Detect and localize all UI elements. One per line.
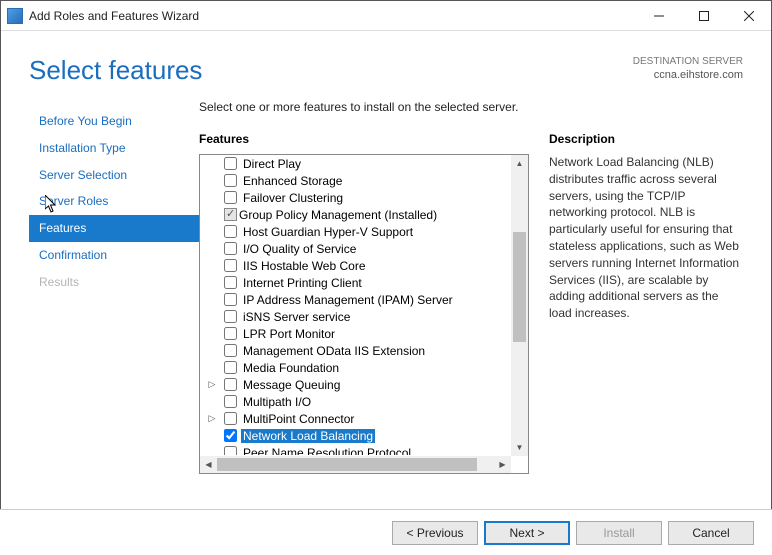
feature-checkbox[interactable] (224, 225, 237, 238)
feature-label: Media Foundation (241, 361, 341, 375)
feature-row[interactable]: Media Foundation (200, 359, 528, 376)
feature-row[interactable]: Internet Printing Client (200, 274, 528, 291)
expand-icon[interactable]: ▷ (206, 379, 218, 390)
feature-label: Management OData IIS Extension (241, 344, 427, 358)
feature-checkbox[interactable] (224, 157, 237, 170)
scroll-up-icon[interactable]: ▲ (511, 155, 528, 172)
feature-label: Failover Clustering (241, 191, 345, 205)
description-heading: Description (549, 132, 743, 146)
feature-checkbox[interactable] (224, 344, 237, 357)
feature-row[interactable]: I/O Quality of Service (200, 240, 528, 257)
feature-checkbox[interactable] (224, 378, 237, 391)
instruction-text: Select one or more features to install o… (199, 100, 743, 114)
feature-label: Multipath I/O (241, 395, 313, 409)
feature-checkbox[interactable] (224, 327, 237, 340)
feature-label: Network Load Balancing (241, 429, 375, 443)
feature-label: Enhanced Storage (241, 174, 344, 188)
feature-checkbox[interactable] (224, 429, 237, 442)
feature-label: Message Queuing (241, 378, 342, 392)
feature-row[interactable]: Direct Play (200, 155, 528, 172)
destination-server: DESTINATION SERVER ccna.eihstore.com (633, 55, 743, 82)
page-title: Select features (29, 55, 633, 86)
feature-row[interactable]: iSNS Server service (200, 308, 528, 325)
previous-button[interactable]: < Previous (392, 521, 478, 545)
feature-checkbox[interactable] (224, 174, 237, 187)
feature-label: iSNS Server service (241, 310, 352, 324)
feature-checkbox[interactable] (224, 310, 237, 323)
feature-row[interactable]: Management OData IIS Extension (200, 342, 528, 359)
feature-checkbox[interactable] (224, 293, 237, 306)
feature-row[interactable]: IIS Hostable Web Core (200, 257, 528, 274)
feature-row[interactable]: Failover Clustering (200, 189, 528, 206)
feature-label: IIS Hostable Web Core (241, 259, 368, 273)
maximize-button[interactable] (681, 1, 726, 30)
scroll-right-icon[interactable]: ▶ (494, 456, 511, 473)
feature-row[interactable]: Enhanced Storage (200, 172, 528, 189)
feature-checkbox[interactable] (224, 446, 237, 455)
feature-label: LPR Port Monitor (241, 327, 337, 341)
feature-checkbox[interactable] (224, 361, 237, 374)
feature-row[interactable]: ▷ Message Queuing (200, 376, 528, 393)
feature-checkbox[interactable] (224, 395, 237, 408)
feature-label: I/O Quality of Service (241, 242, 358, 256)
minimize-button[interactable] (636, 1, 681, 30)
destination-label: DESTINATION SERVER (633, 55, 743, 68)
titlebar: Add Roles and Features Wizard (1, 1, 771, 31)
close-button[interactable] (726, 1, 771, 30)
scroll-thumb-h[interactable] (217, 458, 477, 471)
vertical-scrollbar[interactable]: ▲ ▼ (511, 155, 528, 456)
wizard-step-server-selection[interactable]: Server Selection (29, 162, 199, 189)
feature-checkbox[interactable] (224, 242, 237, 255)
feature-checkbox[interactable] (224, 412, 237, 425)
feature-label: Host Guardian Hyper-V Support (241, 225, 415, 239)
feature-row[interactable]: Group Policy Management (Installed) (200, 206, 528, 223)
feature-row[interactable]: LPR Port Monitor (200, 325, 528, 342)
feature-label: Internet Printing Client (241, 276, 364, 290)
feature-row[interactable]: Host Guardian Hyper-V Support (200, 223, 528, 240)
window-title: Add Roles and Features Wizard (29, 9, 636, 23)
cursor-icon (45, 195, 59, 213)
wizard-steps-sidebar: Before You BeginInstallation TypeServer … (29, 96, 199, 474)
expand-icon[interactable]: ▷ (206, 413, 218, 424)
horizontal-scrollbar[interactable]: ◀ ▶ (200, 456, 511, 473)
next-button[interactable]: Next > (484, 521, 570, 545)
feature-row[interactable]: ▷ MultiPoint Connector (200, 410, 528, 427)
feature-row[interactable]: IP Address Management (IPAM) Server (200, 291, 528, 308)
features-heading: Features (199, 132, 529, 146)
install-button[interactable]: Install (576, 521, 662, 545)
wizard-step-results: Results (29, 269, 199, 296)
description-text: Network Load Balancing (NLB) distributes… (549, 154, 743, 322)
wizard-step-features[interactable]: Features (29, 215, 199, 242)
feature-checkbox[interactable] (224, 191, 237, 204)
feature-label: Direct Play (241, 157, 303, 171)
scroll-down-icon[interactable]: ▼ (511, 439, 528, 456)
feature-checkbox (224, 208, 237, 221)
feature-row[interactable]: Multipath I/O (200, 393, 528, 410)
features-listbox[interactable]: Direct Play Enhanced Storage Failover Clus… (199, 154, 529, 474)
feature-label: MultiPoint Connector (241, 412, 356, 426)
app-icon (7, 8, 23, 24)
feature-label: IP Address Management (IPAM) Server (241, 293, 455, 307)
feature-checkbox[interactable] (224, 259, 237, 272)
wizard-step-installation-type[interactable]: Installation Type (29, 135, 199, 162)
feature-label: Peer Name Resolution Protocol (241, 446, 413, 456)
scroll-thumb[interactable] (513, 232, 526, 342)
feature-row[interactable]: Network Load Balancing (200, 427, 528, 444)
wizard-step-before-you-begin[interactable]: Before You Begin (29, 108, 199, 135)
wizard-step-confirmation[interactable]: Confirmation (29, 242, 199, 269)
scroll-left-icon[interactable]: ◀ (200, 456, 217, 473)
wizard-footer: < Previous Next > Install Cancel (0, 509, 772, 555)
cancel-button[interactable]: Cancel (668, 521, 754, 545)
feature-checkbox[interactable] (224, 276, 237, 289)
feature-row[interactable]: Peer Name Resolution Protocol (200, 444, 528, 455)
feature-label: Group Policy Management (Installed) (237, 208, 439, 222)
destination-hostname: ccna.eihstore.com (633, 68, 743, 82)
